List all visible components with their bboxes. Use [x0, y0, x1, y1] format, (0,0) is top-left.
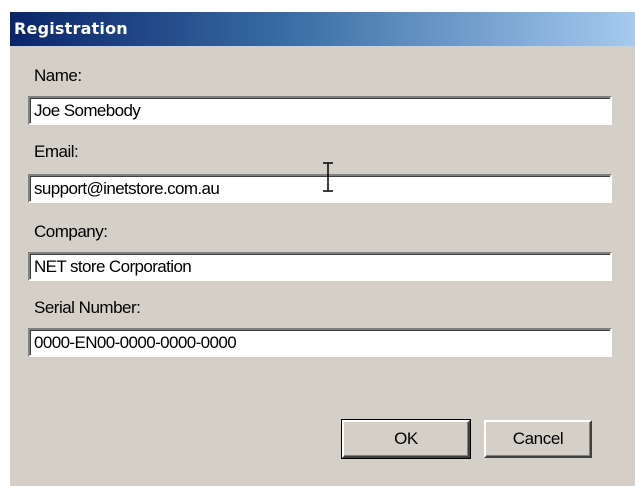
- text-cursor-icon: [323, 162, 333, 192]
- serial-number-field[interactable]: [28, 328, 612, 357]
- email-label: Email:: [34, 142, 79, 161]
- dialog-title: Registration: [14, 19, 128, 38]
- name-label: Name:: [34, 66, 82, 85]
- registration-dialog: Registration Name: Email: Company: Seria…: [10, 12, 635, 486]
- name-field[interactable]: [28, 96, 612, 125]
- ok-button[interactable]: OK: [341, 419, 471, 459]
- title-bar[interactable]: Registration: [10, 12, 635, 46]
- company-label: Company:: [34, 222, 108, 241]
- cancel-button[interactable]: Cancel: [484, 420, 592, 458]
- serial-number-label: Serial Number:: [34, 298, 141, 317]
- email-field[interactable]: [28, 174, 612, 203]
- company-field[interactable]: [28, 252, 612, 281]
